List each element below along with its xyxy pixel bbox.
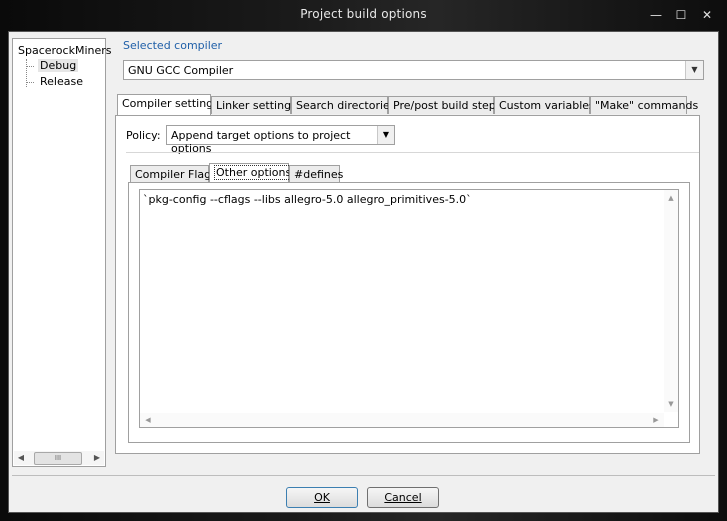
scroll-thumb[interactable]: III <box>34 452 82 465</box>
tree-item-project[interactable]: SpacerockMiners <box>18 44 112 57</box>
tab-custom-variables[interactable]: Custom variables <box>494 96 595 114</box>
tab-compiler-flags[interactable]: Compiler Flags <box>130 165 217 182</box>
editor-vertical-scrollbar[interactable]: ▲ ▼ <box>664 190 678 412</box>
scroll-down-icon[interactable]: ▼ <box>666 399 676 409</box>
scroll-right-icon[interactable]: ▶ <box>91 452 103 464</box>
dialog-window: Project build options — ☐ ✕ SpacerockMin… <box>0 0 727 521</box>
ok-button[interactable]: OK <box>286 487 358 508</box>
cancel-button[interactable]: Cancel <box>367 487 439 508</box>
title-bar[interactable]: Project build options — ☐ ✕ <box>0 0 727 31</box>
target-tree[interactable]: SpacerockMiners Debug Release ◀ III ▶ <box>12 38 112 467</box>
chevron-down-icon[interactable]: ▼ <box>685 61 703 79</box>
compiler-settings-panel: Policy: Append target options to project… <box>115 115 700 454</box>
tab-compiler-settings[interactable]: Compiler settings <box>117 94 219 115</box>
scroll-left-icon[interactable]: ◀ <box>15 452 27 464</box>
close-icon[interactable]: ✕ <box>697 6 717 24</box>
compiler-value: GNU GCC Compiler <box>128 64 234 77</box>
options-area: Selected compiler GNU GCC Compiler ▼ Com… <box>115 32 715 472</box>
other-options-editor[interactable]: `pkg-config --cflags --libs allegro-5.0 … <box>139 189 679 428</box>
tab-defines[interactable]: #defines <box>289 165 343 182</box>
minimize-icon[interactable]: — <box>646 6 666 24</box>
chevron-down-icon[interactable]: ▼ <box>377 126 394 144</box>
tree-horizontal-scrollbar[interactable]: ◀ III ▶ <box>14 451 104 465</box>
tab-search-directories[interactable]: Search directories <box>291 96 396 114</box>
compiler-subtabs: Compiler Flags Other options #defines <box>128 163 688 183</box>
other-options-panel: `pkg-config --cflags --libs allegro-5.0 … <box>128 182 690 443</box>
tree-connector <box>26 82 34 83</box>
divider <box>12 475 715 476</box>
tab-linker-settings[interactable]: Linker settings <box>211 96 297 114</box>
policy-label: Policy: <box>126 129 161 142</box>
policy-select[interactable]: Append target options to project options… <box>166 125 395 155</box>
settings-tabs: Compiler settings Linker settings Search… <box>115 94 715 116</box>
editor-horizontal-scrollbar[interactable]: ◀ ▶ <box>140 413 664 427</box>
ok-button-label: OK <box>314 491 330 504</box>
scroll-up-icon[interactable]: ▲ <box>666 193 676 203</box>
scroll-right-icon[interactable]: ▶ <box>651 415 661 425</box>
maximize-icon[interactable]: ☐ <box>671 6 691 24</box>
tab-pre-post-build-steps[interactable]: Pre/post build steps <box>388 96 502 114</box>
other-options-text[interactable]: `pkg-config --cflags --libs allegro-5.0 … <box>143 193 472 206</box>
compiler-select[interactable]: GNU GCC Compiler ▼ <box>123 60 704 80</box>
tree-item-release[interactable]: Release <box>38 75 85 88</box>
tab-other-options[interactable]: Other options <box>209 163 294 183</box>
tab-other-options-label: Other options <box>214 165 294 180</box>
tree-item-debug[interactable]: Debug <box>38 59 79 72</box>
dialog-client: SpacerockMiners Debug Release ◀ III ▶ Se… <box>8 31 719 513</box>
selected-compiler-label: Selected compiler <box>123 39 223 52</box>
cancel-button-label: Cancel <box>384 491 422 504</box>
window-title: Project build options <box>300 7 427 21</box>
tab-make-commands[interactable]: "Make" commands <box>590 96 698 114</box>
divider <box>126 152 699 153</box>
scroll-left-icon[interactable]: ◀ <box>143 415 153 425</box>
tree-connector <box>26 66 34 67</box>
